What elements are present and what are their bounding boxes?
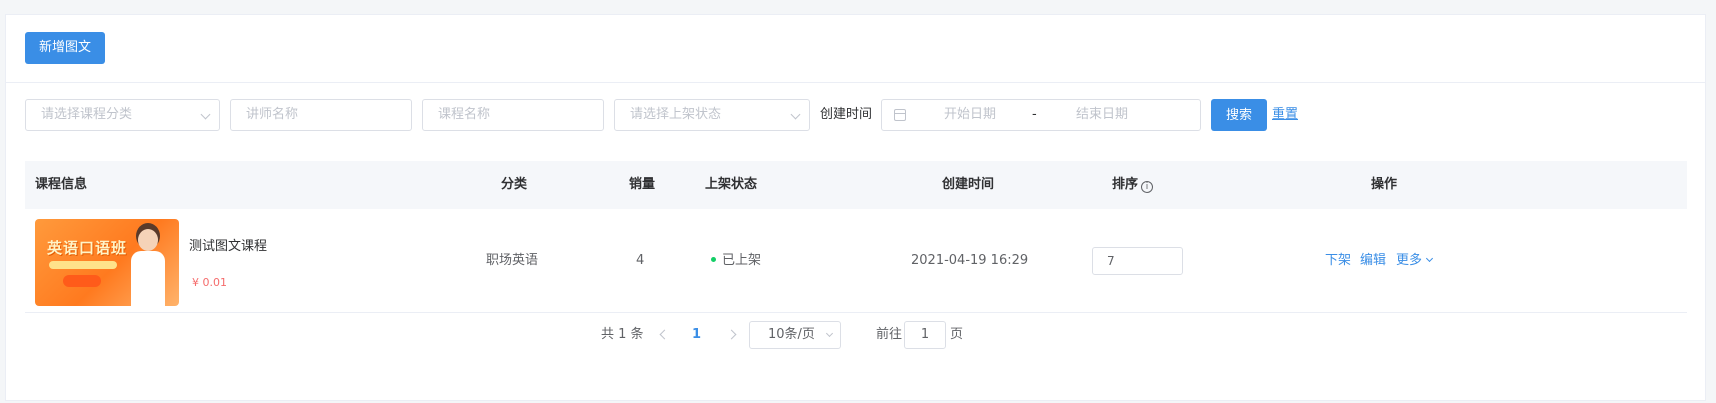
- table-header: 课程信息 分类 销量 上架状态 创建时间 排序 i 操作: [25, 161, 1687, 209]
- teacher-input-placeholder: 讲师名称: [246, 107, 299, 122]
- course-name-input[interactable]: 课程名称: [422, 99, 604, 131]
- thumbnail-title: 英语口语班: [47, 239, 128, 257]
- calendar-icon: [894, 109, 906, 121]
- goto-prefix: 前往: [876, 327, 903, 342]
- teacher-input[interactable]: 讲师名称: [230, 99, 412, 131]
- goto-page-value: 1: [920, 327, 930, 342]
- info-icon[interactable]: i: [1141, 181, 1154, 193]
- thumbnail-person-illustration: [131, 225, 165, 306]
- more-label: 更多: [1396, 253, 1423, 268]
- pagination-total: 共 1 条: [601, 327, 644, 342]
- header-category: 分类: [501, 177, 528, 192]
- more-dropdown[interactable]: 更多: [1396, 209, 1434, 313]
- category-select-placeholder: 请选择课程分类: [41, 107, 133, 122]
- status-text: 已上架: [722, 253, 762, 268]
- search-button[interactable]: 搜索: [1211, 99, 1267, 131]
- toolbar: 新增图文: [6, 15, 1705, 83]
- goto-page-input[interactable]: 1: [904, 321, 946, 349]
- reset-link[interactable]: 重置: [1272, 99, 1298, 131]
- header-sort-label: 排序: [1112, 177, 1139, 192]
- header-created: 创建时间: [942, 177, 995, 192]
- end-date-input[interactable]: 结束日期: [1076, 100, 1128, 130]
- cell-status: 已上架: [711, 209, 761, 313]
- status-select[interactable]: 请选择上架状态: [614, 99, 810, 131]
- cell-category: 职场英语: [486, 253, 539, 268]
- cell-created: 2021-04-19 16:29: [911, 253, 1029, 268]
- chevron-down-icon: [200, 109, 211, 120]
- chevron-down-icon: [790, 109, 801, 120]
- thumbnail-banner-decoration: [49, 261, 117, 269]
- table-row: 英语口语班 测试图文课程 ¥ 0.01 职场英语 4 已上架 2021-04-1…: [25, 209, 1687, 313]
- chevron-down-icon: [825, 329, 834, 338]
- category-select[interactable]: 请选择课程分类: [25, 99, 220, 131]
- content-card: 新增图文 请选择课程分类 讲师名称 课程名称 请选择上架状态 创建时间 开始日期…: [5, 14, 1706, 401]
- goto-suffix: 页: [950, 327, 964, 342]
- cell-sales: 4: [636, 253, 645, 268]
- course-title[interactable]: 测试图文课程: [189, 235, 267, 254]
- page-size-select[interactable]: 10条/页: [749, 321, 841, 349]
- header-actions: 操作: [1371, 177, 1398, 192]
- date-range-picker[interactable]: 开始日期 - 结束日期: [881, 99, 1201, 131]
- page-number-current[interactable]: 1: [692, 321, 701, 349]
- unpublish-link[interactable]: 下架: [1325, 209, 1351, 313]
- course-thumbnail[interactable]: 英语口语班: [35, 219, 179, 306]
- header-sort: 排序 i: [1112, 161, 1154, 209]
- course-price: ¥ 0.01: [192, 276, 227, 289]
- chevron-down-icon: [1425, 254, 1434, 263]
- page-size-value: 10条/页: [768, 327, 815, 342]
- edit-link[interactable]: 编辑: [1360, 209, 1386, 313]
- status-dot-icon: [711, 257, 716, 262]
- status-select-placeholder: 请选择上架状态: [630, 107, 722, 122]
- header-sales: 销量: [629, 177, 656, 192]
- sort-input-value: 7: [1107, 254, 1115, 268]
- add-article-button[interactable]: 新增图文: [25, 32, 105, 64]
- start-date-input[interactable]: 开始日期: [944, 100, 996, 130]
- header-course-info: 课程信息: [35, 177, 88, 192]
- next-page-icon[interactable]: [726, 329, 737, 340]
- course-name-input-placeholder: 课程名称: [438, 107, 491, 122]
- thumbnail-pill-decoration: [63, 275, 101, 287]
- header-status: 上架状态: [705, 177, 758, 192]
- prev-page-icon[interactable]: [659, 329, 670, 340]
- created-time-label: 创建时间: [820, 107, 873, 122]
- range-separator: -: [1032, 107, 1037, 122]
- sort-input[interactable]: 7: [1092, 247, 1183, 275]
